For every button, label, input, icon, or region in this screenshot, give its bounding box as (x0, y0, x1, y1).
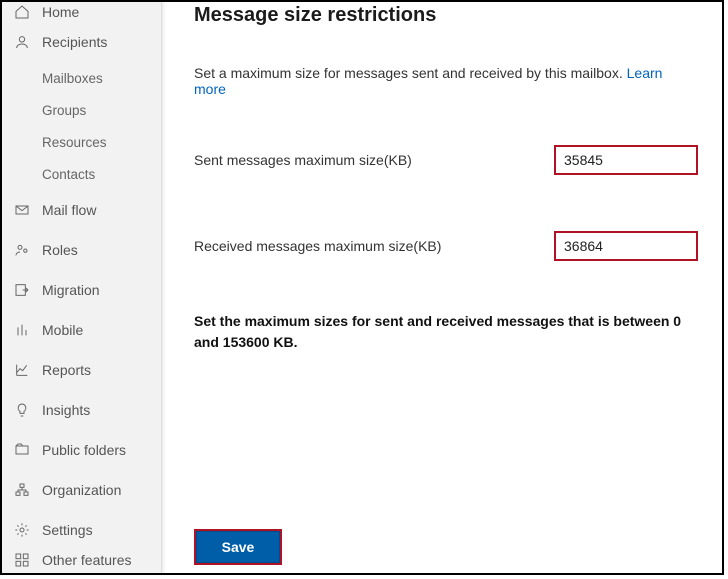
mail-icon (12, 200, 32, 220)
sidebar-sub-resources[interactable]: Resources (2, 126, 161, 158)
sidebar-item-label: Public folders (42, 442, 126, 458)
save-button[interactable]: Save (196, 531, 280, 563)
other-icon (12, 550, 32, 570)
roles-icon (12, 240, 32, 260)
save-highlight: Save (194, 529, 282, 565)
sidebar-item-settings[interactable]: Settings (2, 510, 161, 550)
sidebar-item-label: Organization (42, 482, 121, 498)
size-note: Set the maximum sizes for sent and recei… (194, 311, 698, 353)
sidebar: Home Recipients Mailboxes Groups Resourc… (2, 2, 162, 573)
sidebar-item-label: Roles (42, 242, 78, 258)
sidebar-item-organization[interactable]: Organization (2, 470, 161, 510)
sidebar-item-mobile[interactable]: Mobile (2, 310, 161, 350)
sidebar-item-label: Reports (42, 362, 91, 378)
sidebar-item-label: Settings (42, 522, 93, 538)
main-panel: Message size restrictions Set a maximum … (162, 2, 722, 573)
sidebar-item-label: Other features (42, 552, 132, 568)
sent-size-label: Sent messages maximum size(KB) (194, 152, 554, 168)
sidebar-item-label: Insights (42, 402, 90, 418)
user-icon (12, 32, 32, 52)
sidebar-item-home[interactable]: Home (2, 2, 161, 22)
page-description: Set a maximum size for messages sent and… (194, 65, 698, 97)
description-text: Set a maximum size for messages sent and… (194, 65, 627, 81)
org-icon (12, 480, 32, 500)
sidebar-item-publicfolders[interactable]: Public folders (2, 430, 161, 470)
sidebar-sub-mailboxes[interactable]: Mailboxes (2, 62, 161, 94)
mobile-icon (12, 320, 32, 340)
window-frame: Home Recipients Mailboxes Groups Resourc… (0, 0, 724, 575)
sidebar-item-other[interactable]: Other features (2, 550, 161, 570)
sidebar-item-roles[interactable]: Roles (2, 230, 161, 270)
reports-icon (12, 360, 32, 380)
sidebar-item-reports[interactable]: Reports (2, 350, 161, 390)
migration-icon (12, 280, 32, 300)
sidebar-item-label: Mobile (42, 322, 83, 338)
sidebar-item-recipients[interactable]: Recipients (2, 22, 161, 62)
settings-icon (12, 520, 32, 540)
insights-icon (12, 400, 32, 420)
sidebar-item-migration[interactable]: Migration (2, 270, 161, 310)
received-size-label: Received messages maximum size(KB) (194, 238, 554, 254)
received-size-input[interactable] (554, 231, 698, 261)
sent-size-input[interactable] (554, 145, 698, 175)
sent-size-row: Sent messages maximum size(KB) (194, 145, 698, 175)
sidebar-item-label: Home (42, 4, 79, 20)
sidebar-sub-groups[interactable]: Groups (2, 94, 161, 126)
sidebar-item-insights[interactable]: Insights (2, 390, 161, 430)
home-icon (12, 2, 32, 22)
folders-icon (12, 440, 32, 460)
sidebar-item-label: Migration (42, 282, 100, 298)
sidebar-item-label: Mail flow (42, 202, 96, 218)
received-size-row: Received messages maximum size(KB) (194, 231, 698, 261)
page-title: Message size restrictions (194, 4, 698, 27)
sidebar-item-label: Recipients (42, 34, 107, 50)
sidebar-item-mailflow[interactable]: Mail flow (2, 190, 161, 230)
sidebar-sub-contacts[interactable]: Contacts (2, 158, 161, 190)
